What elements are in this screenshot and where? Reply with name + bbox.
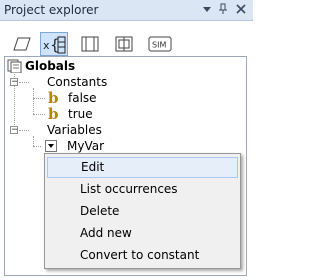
panel-title: Project explorer (4, 3, 99, 17)
tree-root-label: Globals (25, 59, 76, 73)
tree-node-variables[interactable]: Variables (47, 122, 102, 138)
tool-block[interactable] (110, 32, 138, 56)
tool-parallelogram[interactable] (6, 32, 34, 56)
menu-item-list-occurrences[interactable]: List occurrences (47, 179, 238, 200)
tree-line (19, 130, 29, 131)
tool-frame[interactable] (76, 32, 104, 56)
svg-text:b: b (48, 90, 59, 106)
context-menu: Edit List occurrences Delete Add new Con… (44, 153, 241, 269)
tree-line (33, 88, 34, 114)
tree-line (33, 136, 34, 146)
tree-line (33, 114, 45, 115)
tool-variables[interactable]: x { (40, 32, 68, 56)
svg-text:x: x (43, 39, 50, 52)
pin-icon[interactable] (216, 2, 230, 16)
variables-label: Variables (47, 123, 102, 137)
menu-item-convert-to-constant[interactable]: Convert to constant (47, 245, 238, 266)
variable-label: MyVar (67, 139, 105, 153)
collapse-constants-icon[interactable]: − (10, 78, 19, 87)
dropdown-arrow-icon[interactable] (45, 140, 57, 152)
toolbar: x {SIM (0, 21, 253, 61)
panel-titlebar: Project explorer (0, 0, 253, 21)
menu-item-edit[interactable]: Edit (47, 157, 238, 178)
tool-sim[interactable]: SIM (146, 32, 174, 56)
svg-text:b: b (48, 106, 59, 122)
tree-line (19, 82, 29, 83)
tree-line (33, 98, 45, 99)
constant-label: true (68, 107, 93, 121)
menu-item-delete[interactable]: Delete (47, 201, 238, 222)
dropdown-arrow-icon[interactable] (200, 2, 214, 16)
constant-label: false (68, 91, 97, 105)
tree-line (33, 146, 41, 147)
tree-node-constants[interactable]: Constants (47, 74, 107, 90)
close-icon[interactable] (234, 2, 248, 16)
collapse-variables-icon[interactable]: − (10, 126, 19, 135)
svg-text:SIM: SIM (152, 41, 166, 50)
globals-icon (7, 59, 23, 77)
constants-label: Constants (47, 75, 108, 89)
menu-item-add-new[interactable]: Add new (47, 223, 238, 244)
